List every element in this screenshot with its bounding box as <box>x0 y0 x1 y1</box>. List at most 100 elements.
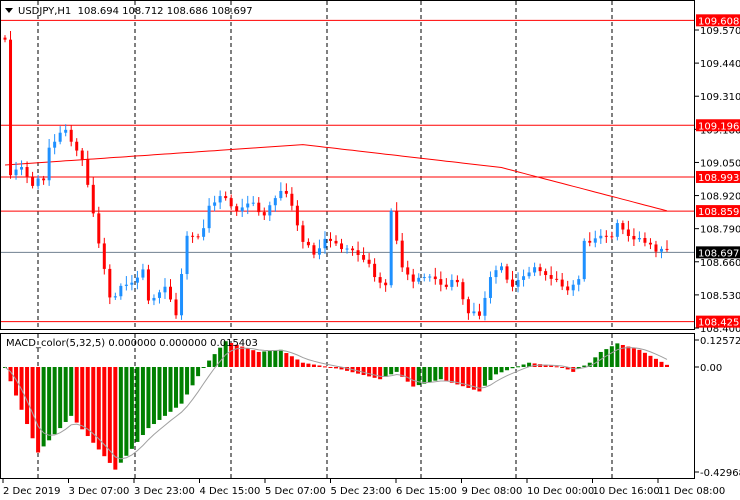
candle <box>169 279 172 303</box>
candle <box>152 294 156 306</box>
macd-bar <box>19 367 24 410</box>
macd-bar <box>378 367 383 380</box>
macd-bar <box>637 349 642 367</box>
macd-bar <box>609 346 614 367</box>
macd-bar <box>659 361 664 367</box>
macd-bar <box>383 367 388 377</box>
macd-bar <box>245 348 250 367</box>
price-tick-label: 108.530 <box>700 291 740 302</box>
macd-bar <box>510 367 515 369</box>
candle <box>80 148 84 167</box>
macd-bar <box>91 367 96 443</box>
candle <box>301 220 305 249</box>
candle <box>97 206 101 249</box>
candle <box>146 264 150 305</box>
candle <box>615 219 619 241</box>
candle <box>196 233 200 240</box>
candle <box>284 183 288 198</box>
candle <box>229 194 233 210</box>
price-tick-label: 109.310 <box>700 92 740 103</box>
macd-bar <box>334 367 338 369</box>
time-tick-label: 3 Dec 07:00 <box>69 486 130 497</box>
candle <box>626 220 630 242</box>
macd-bar <box>129 367 134 449</box>
macd-bar <box>190 367 195 386</box>
candle <box>483 291 487 321</box>
candle <box>157 289 161 304</box>
macd-bar <box>168 367 173 412</box>
macd-bar <box>322 366 327 368</box>
macd-bar <box>135 367 140 442</box>
candle <box>334 235 338 246</box>
candle <box>549 266 553 286</box>
candle <box>466 296 470 320</box>
macd-bar <box>113 367 118 470</box>
candle <box>356 241 360 262</box>
candle <box>25 161 29 184</box>
macd-bar <box>433 367 438 381</box>
candle <box>31 171 35 189</box>
level-price-label: 108.993 <box>698 173 739 184</box>
macd-bar <box>367 367 372 377</box>
candle <box>389 208 393 288</box>
macd-bar <box>372 367 377 378</box>
chart-window: 109.570109.440109.310109.180109.050108.9… <box>0 0 740 500</box>
macd-bar <box>653 358 658 367</box>
macd-bar <box>493 367 498 375</box>
macd-bar <box>240 346 245 367</box>
time-tick-label: 11 Dec 08:00 <box>658 486 725 497</box>
candle <box>312 242 316 259</box>
macd-bar <box>482 367 487 386</box>
candle <box>472 302 476 316</box>
candle <box>610 231 614 240</box>
candle <box>643 232 647 247</box>
macd-bar <box>124 367 129 456</box>
candle <box>279 182 283 201</box>
candle <box>544 268 548 281</box>
candle <box>406 260 410 281</box>
time-tick-label: 3 Dec 23:00 <box>134 486 195 497</box>
chart-canvas: 109.570109.440109.310109.180109.050108.9… <box>0 0 740 497</box>
price-tick-label: 108.920 <box>700 192 740 203</box>
macd-bar <box>80 367 85 430</box>
candle <box>75 138 79 157</box>
macd-tick-label: -0.42968 <box>700 468 740 479</box>
macd-bar <box>631 348 636 367</box>
price-tick-label: 109.440 <box>700 59 740 70</box>
macd-bar <box>85 367 90 437</box>
macd-bar <box>394 367 399 372</box>
candle <box>384 279 388 292</box>
candle <box>439 271 443 292</box>
macd-bar <box>604 349 609 367</box>
level-price-label: 109.608 <box>698 16 739 27</box>
candle <box>461 278 465 305</box>
macd-bar <box>174 367 179 408</box>
candle <box>571 280 575 296</box>
candle <box>218 190 222 210</box>
candle <box>317 239 321 260</box>
candle <box>102 237 106 275</box>
macd-bar <box>69 367 74 416</box>
candle <box>64 124 68 137</box>
macd-bar <box>185 367 190 395</box>
macd-bar <box>140 367 145 436</box>
candle <box>108 264 112 305</box>
time-tick-label: 9 Dec 08:00 <box>462 486 523 497</box>
macd-bar <box>30 367 35 439</box>
candle <box>163 278 167 299</box>
level-price-label: 108.859 <box>698 207 739 218</box>
macd-bar <box>36 367 41 453</box>
collapse-triangle-icon[interactable] <box>5 8 13 13</box>
moving-average-line <box>4 144 668 212</box>
macd-bar <box>427 367 432 383</box>
macd-tick-label: 0.00 <box>700 363 722 374</box>
main-pane-frame <box>0 0 695 330</box>
macd-bar <box>549 365 554 367</box>
level-price-label: 109.196 <box>698 121 739 132</box>
candle <box>9 31 13 179</box>
time-tick-label: 2 Dec 2019 <box>3 486 61 497</box>
macd-bar <box>615 343 620 367</box>
macd-bar <box>554 366 559 368</box>
candle <box>141 263 145 281</box>
macd-bar <box>47 367 52 441</box>
